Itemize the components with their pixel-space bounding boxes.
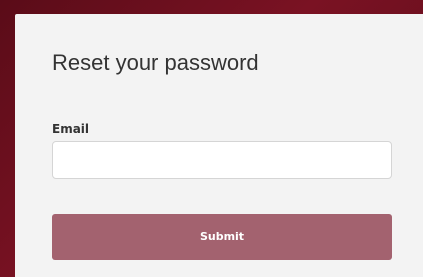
email-label: Email bbox=[52, 122, 90, 136]
reset-password-card: Reset your password Email Submit bbox=[15, 14, 423, 277]
page-background: { "form": { "title": "Reset your passwor… bbox=[0, 0, 423, 277]
submit-button[interactable]: Submit bbox=[52, 214, 392, 260]
email-field[interactable] bbox=[52, 141, 392, 179]
page-title: Reset your password bbox=[52, 50, 259, 75]
